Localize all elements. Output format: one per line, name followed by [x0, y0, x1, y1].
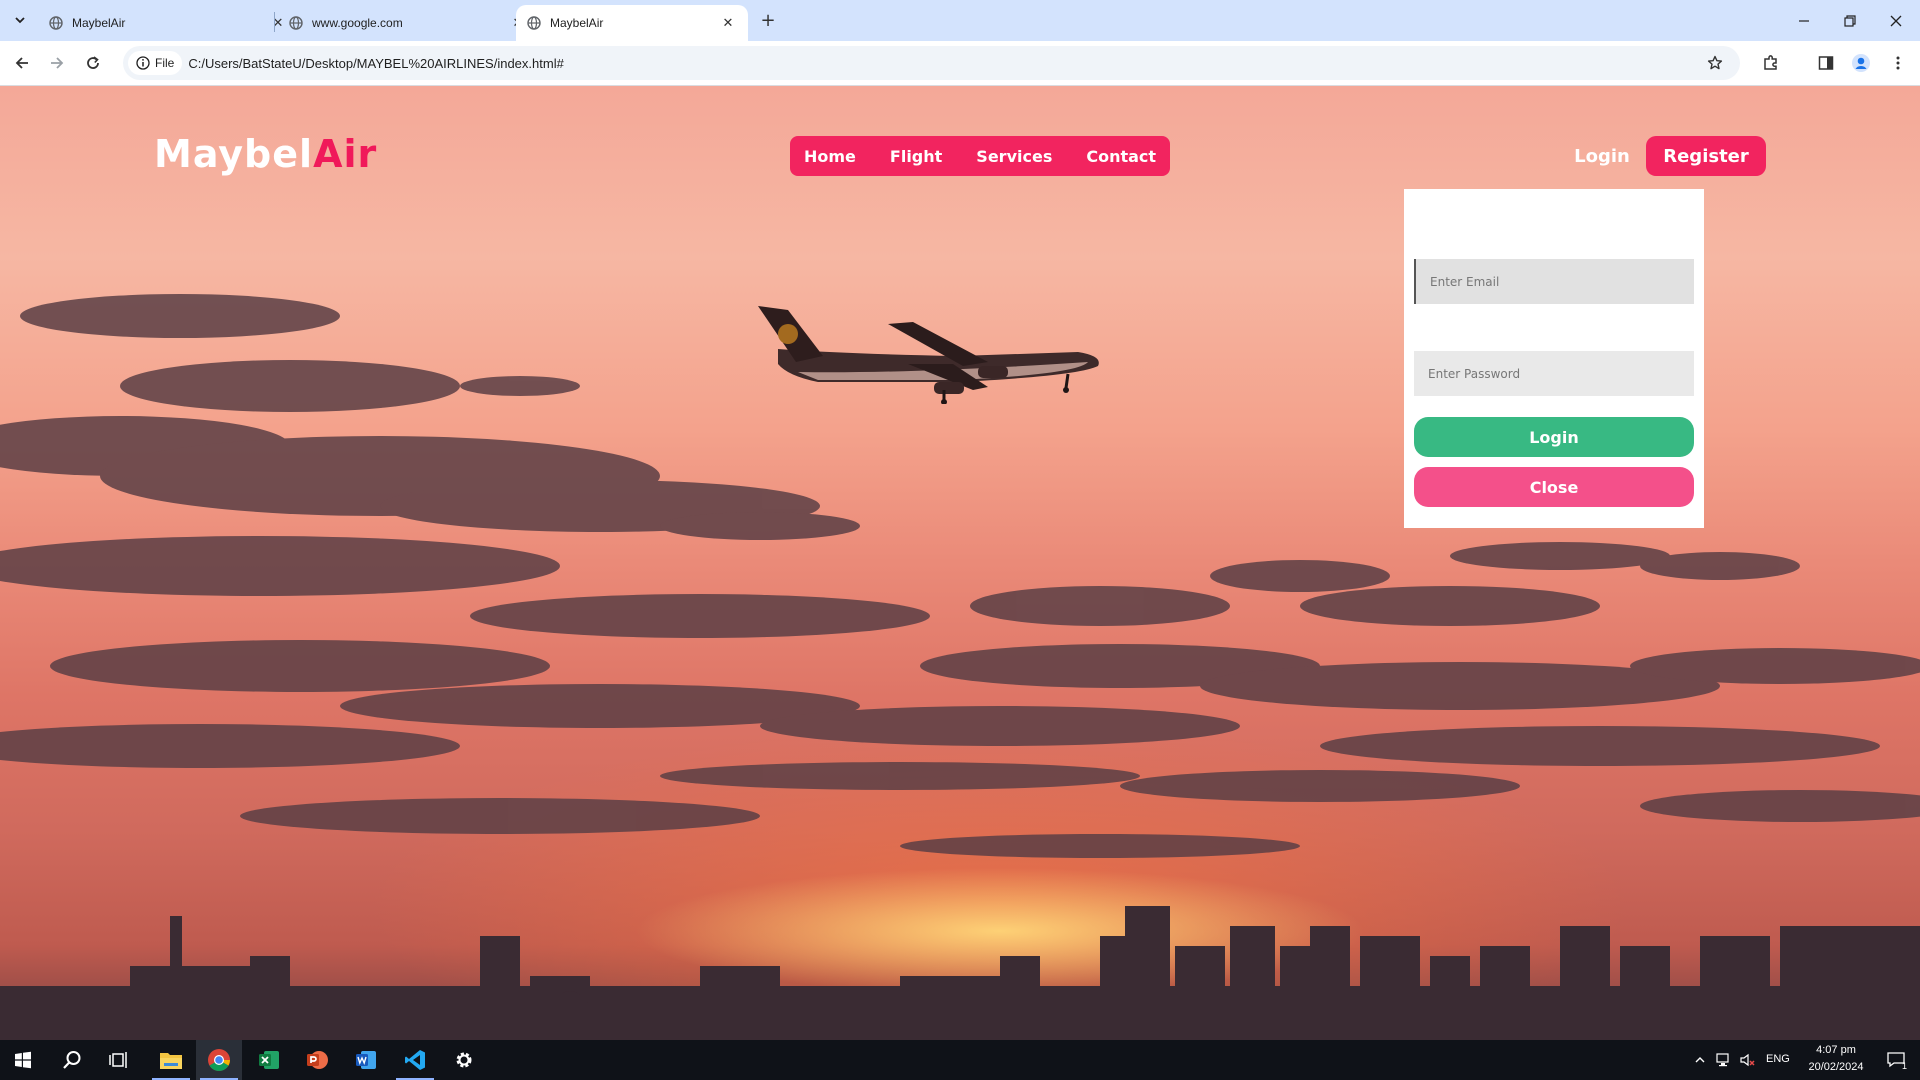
email-input[interactable]: [1414, 259, 1694, 304]
tab-close-icon[interactable]: ✕: [720, 15, 736, 31]
taskbar-search-button[interactable]: [49, 1040, 95, 1080]
star-icon: [1707, 55, 1723, 70]
new-tab-button[interactable]: +: [756, 8, 780, 32]
task-view-button[interactable]: [96, 1040, 142, 1080]
site-logo[interactable]: MaybelAir: [154, 132, 377, 176]
close-icon: [1890, 15, 1902, 26]
forward-button[interactable]: [43, 49, 71, 77]
chrome-icon: [208, 1049, 230, 1071]
taskbar-settings[interactable]: [441, 1040, 487, 1080]
tab-search-button[interactable]: [9, 8, 31, 32]
bookmark-star-button[interactable]: [1704, 52, 1726, 74]
network-icon: [1716, 1053, 1729, 1067]
clock-time[interactable]: 4:07 pm: [1808, 1044, 1864, 1056]
reload-icon: [87, 56, 99, 69]
browser-menu-button[interactable]: [1884, 49, 1912, 77]
more-vertical-icon: [1896, 56, 1900, 70]
taskbar-excel[interactable]: [246, 1040, 292, 1080]
input-language[interactable]: ENG: [1766, 1053, 1790, 1065]
restore-button[interactable]: [1827, 0, 1873, 41]
start-button[interactable]: [0, 1040, 46, 1080]
extensions-button[interactable]: [1757, 49, 1785, 77]
task-view-icon: [109, 1052, 127, 1068]
volume-muted-icon: [1740, 1053, 1755, 1067]
volume-status[interactable]: [1736, 1040, 1760, 1080]
tab-title: www.google.com: [312, 16, 403, 30]
puzzle-icon: [1764, 55, 1777, 70]
modal-close-button[interactable]: Close: [1414, 467, 1694, 507]
windows-start-icon: [15, 1051, 31, 1069]
browser-toolbar: File C:/Users/BatStateU/Desktop/MAYBEL%2…: [0, 41, 1920, 86]
close-window-button[interactable]: [1873, 0, 1919, 41]
taskbar-vscode[interactable]: [392, 1040, 438, 1080]
site-info-chip[interactable]: File: [128, 51, 183, 75]
windows-taskbar: ENG 4:07 pm 20/02/2024 1: [0, 1040, 1920, 1080]
tab-title: MaybelAir: [72, 16, 126, 30]
header-login-link[interactable]: Login: [1566, 141, 1638, 171]
settings-icon: [456, 1052, 472, 1068]
globe-icon: [288, 15, 304, 31]
url-text[interactable]: C:/Users/BatStateU/Desktop/MAYBEL%20AIRL…: [188, 56, 563, 71]
chevron-down-icon: [15, 17, 25, 24]
vscode-icon: [405, 1050, 425, 1070]
main-navigation: Home Flight Services Contact: [790, 136, 1171, 176]
clock-date[interactable]: 20/02/2024: [1802, 1061, 1870, 1073]
arrow-left-icon: [15, 57, 28, 69]
tab-separator: [274, 12, 275, 32]
powerpoint-icon: [307, 1051, 328, 1069]
airplane-image: [758, 306, 1099, 404]
browser-tab-1[interactable]: MaybelAir ✕: [38, 5, 298, 41]
word-icon: [356, 1051, 376, 1069]
avatar-icon: [1852, 54, 1870, 72]
minimize-icon: [1799, 19, 1809, 22]
excel-icon: [259, 1051, 279, 1069]
profile-button[interactable]: [1847, 49, 1875, 77]
modal-login-button[interactable]: Login: [1414, 417, 1694, 457]
nav-home[interactable]: Home: [804, 147, 856, 166]
password-input[interactable]: [1414, 351, 1694, 396]
restore-icon: [1844, 14, 1856, 27]
login-modal: Login Close: [1404, 189, 1704, 528]
chevron-up-icon: [1695, 1057, 1705, 1063]
header-register-button[interactable]: Register: [1646, 136, 1766, 176]
site-info-label: File: [155, 56, 175, 70]
taskbar-word[interactable]: [343, 1040, 389, 1080]
minimize-button[interactable]: [1781, 0, 1827, 41]
notification-center-button[interactable]: 1: [1876, 1040, 1916, 1080]
taskbar-chrome[interactable]: [196, 1040, 242, 1080]
logo-text-maybel: Maybel: [154, 132, 314, 176]
side-panel-icon: [1818, 56, 1834, 70]
search-icon: [63, 1051, 81, 1069]
logo-text-air: Air: [313, 132, 378, 176]
nav-services[interactable]: Services: [976, 147, 1052, 166]
file-explorer-icon: [160, 1053, 182, 1069]
side-panel-button[interactable]: [1812, 49, 1840, 77]
tab-title: MaybelAir: [550, 16, 604, 30]
nav-contact[interactable]: Contact: [1086, 147, 1156, 166]
globe-icon: [526, 15, 542, 31]
browser-tab-2[interactable]: www.google.com ✕: [278, 5, 538, 41]
network-status[interactable]: [1712, 1040, 1736, 1080]
reload-button[interactable]: [79, 49, 107, 77]
show-hidden-icons-button[interactable]: [1688, 1040, 1712, 1080]
hero-section: MaybelAir Home Flight Services Contact L…: [0, 86, 1920, 1040]
taskbar-file-explorer[interactable]: [148, 1040, 194, 1080]
info-icon: [136, 56, 150, 70]
back-button[interactable]: [8, 49, 36, 77]
browser-tab-3-active[interactable]: MaybelAir ✕: [516, 5, 748, 41]
taskbar-powerpoint[interactable]: [294, 1040, 340, 1080]
notification-count-badge: 1: [1902, 1061, 1908, 1071]
nav-flight[interactable]: Flight: [890, 147, 942, 166]
address-bar[interactable]: File C:/Users/BatStateU/Desktop/MAYBEL%2…: [123, 46, 1740, 80]
arrow-right-icon: [51, 57, 64, 69]
browser-tab-strip: MaybelAir ✕ www.google.com ✕ MaybelAir ✕…: [0, 0, 1920, 41]
globe-icon: [48, 15, 64, 31]
